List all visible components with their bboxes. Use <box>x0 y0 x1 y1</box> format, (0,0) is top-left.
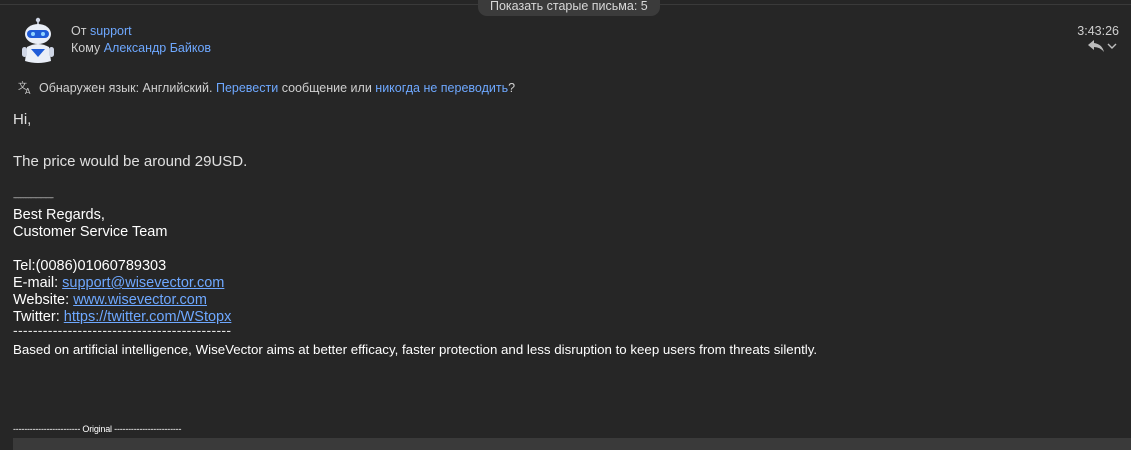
sender-link[interactable]: support <box>90 24 132 38</box>
translation-bar: 文 A Обнаружен язык: Английский. Перевест… <box>18 80 515 95</box>
avatar[interactable] <box>18 17 58 65</box>
translate-icon: 文 A <box>18 80 31 94</box>
to-line: Кому Александр Байков <box>71 41 211 55</box>
show-older-messages-button[interactable]: Показать старые письма: 5 <box>478 0 660 16</box>
to-label: Кому <box>71 41 101 55</box>
email-link[interactable]: support@wisevector.com <box>62 275 224 291</box>
from-label: От <box>71 24 87 38</box>
translate-link[interactable]: Перевести <box>216 81 278 95</box>
chevron-down-icon[interactable] <box>1107 42 1117 50</box>
never-translate-link[interactable]: никогда не переводить <box>375 81 508 95</box>
signature-divider: ------------------------ <box>13 193 54 202</box>
email-label: E-mail: <box>13 275 59 291</box>
message-time: 3:43:26 <box>1077 24 1119 38</box>
original-message-divider: ------------------------ Original ------… <box>13 424 182 434</box>
website-link[interactable]: www.wisevector.com <box>73 292 207 308</box>
website-line: Website: www.wisevector.com <box>13 292 207 309</box>
recipient-link[interactable]: Александр Байков <box>104 41 211 55</box>
website-label: Website: <box>13 292 70 308</box>
regards-text: Best Regards, <box>13 207 105 223</box>
price-text: The price would be around 29USD. <box>13 153 248 170</box>
quoted-message-box <box>13 438 1131 450</box>
from-line: От support <box>71 24 132 38</box>
greeting-text: Hi, <box>13 111 32 128</box>
disclaimer-divider: ----------------------------------------… <box>13 322 232 338</box>
mail-reading-pane: Показать старые письма: 5 От support Ком… <box>0 0 1131 450</box>
translate-middle-text: сообщение или <box>281 81 372 95</box>
team-text: Customer Service Team <box>13 224 168 240</box>
email-line: E-mail: support@wisevector.com <box>13 275 224 292</box>
svg-text:A: A <box>25 87 31 94</box>
reply-icon[interactable] <box>1087 39 1105 53</box>
translate-end-text: ? <box>508 81 516 95</box>
disclaimer-text: Based on artificial intelligence, WiseVe… <box>13 342 818 357</box>
detected-language-text: Обнаружен язык: Английский. <box>39 81 213 95</box>
phone-text: Tel:(0086)01060789303 <box>13 258 167 274</box>
